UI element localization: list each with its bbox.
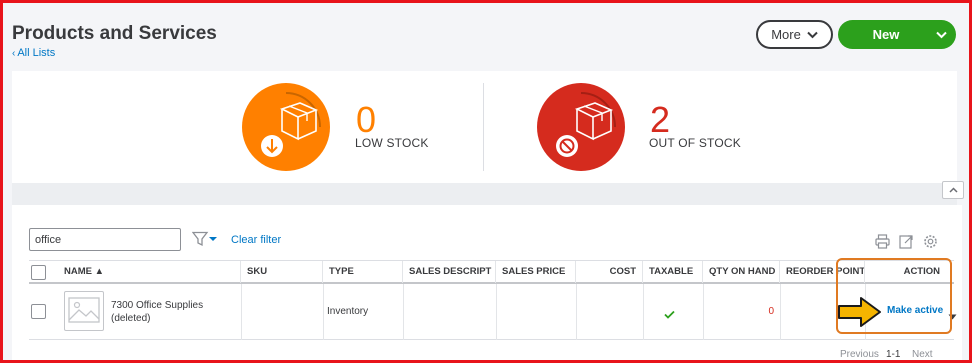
clear-filter-link[interactable]: Clear filter: [231, 234, 281, 246]
out-of-stock-label: OUT OF STOCK: [649, 136, 741, 150]
chevron-down-icon: [935, 31, 947, 38]
all-lists-link[interactable]: ‹ All Lists: [12, 47, 55, 59]
chevron-up-icon: [948, 187, 958, 193]
new-dropdown-toggle[interactable]: [926, 20, 956, 49]
low-stock-button[interactable]: [242, 83, 330, 171]
select-all-checkbox[interactable]: [31, 265, 46, 280]
taxable-check-icon: [664, 306, 675, 324]
box-icon: [556, 92, 616, 157]
column-header-name[interactable]: NAME ▲: [58, 261, 241, 283]
print-icon[interactable]: [875, 234, 890, 254]
low-stock-label: LOW STOCK: [355, 136, 429, 150]
column-header-sales-price[interactable]: SALES PRICE: [496, 261, 576, 283]
column-header-taxable[interactable]: TAXABLE: [643, 261, 703, 283]
pagination-range: 1-1: [886, 349, 901, 360]
chevron-down-icon: [807, 31, 818, 38]
product-type: Inventory: [327, 306, 369, 317]
row-checkbox[interactable]: [31, 304, 46, 319]
funnel-icon: [191, 231, 217, 247]
more-button[interactable]: More: [756, 20, 833, 49]
qty-on-hand-value: 0: [768, 306, 774, 317]
export-icon[interactable]: [899, 234, 914, 254]
table-row: 7300 Office Supplies (deleted) Inventory…: [29, 284, 957, 340]
column-header-type[interactable]: TYPE: [323, 261, 403, 283]
new-button[interactable]: New: [838, 20, 956, 49]
filter-dropdown[interactable]: [191, 231, 218, 252]
search-input[interactable]: [29, 228, 181, 251]
out-of-stock-count: 2: [650, 99, 671, 140]
gear-icon[interactable]: [923, 234, 938, 254]
box-icon: [261, 92, 321, 157]
product-name[interactable]: 7300 Office Supplies (deleted): [111, 299, 239, 325]
out-of-stock-button[interactable]: [537, 83, 625, 171]
action-highlight-box: [836, 258, 952, 334]
low-stock-count: 0: [356, 99, 377, 140]
stock-summary-panel: 0 LOW STOCK 2 OUT OF STOCK: [12, 71, 957, 183]
table-header: NAME ▲ SKU TYPE SALES DESCRIPT SALES PRI…: [29, 260, 954, 284]
pagination-next[interactable]: Next: [912, 349, 933, 360]
column-header-cost[interactable]: COST: [576, 261, 643, 283]
column-header-sku[interactable]: SKU: [241, 261, 323, 283]
stock-divider: [483, 83, 484, 171]
chevron-left-icon: ‹: [12, 48, 16, 59]
column-header-qty-on-hand[interactable]: QTY ON HAND: [703, 261, 780, 283]
image-placeholder-icon[interactable]: [64, 291, 104, 331]
collapse-panel-button[interactable]: [942, 181, 964, 199]
products-table-panel: Clear filter NAME ▲ SKU TYPE SALES DESCR…: [12, 205, 962, 360]
page-title: Products and Services: [12, 23, 217, 44]
app-window: Products and Services ‹ All Lists More Ne…: [0, 0, 972, 363]
column-header-sales-description[interactable]: SALES DESCRIPT: [403, 261, 496, 283]
pagination-previous[interactable]: Previous: [840, 349, 879, 360]
panel-separator: [12, 183, 957, 205]
